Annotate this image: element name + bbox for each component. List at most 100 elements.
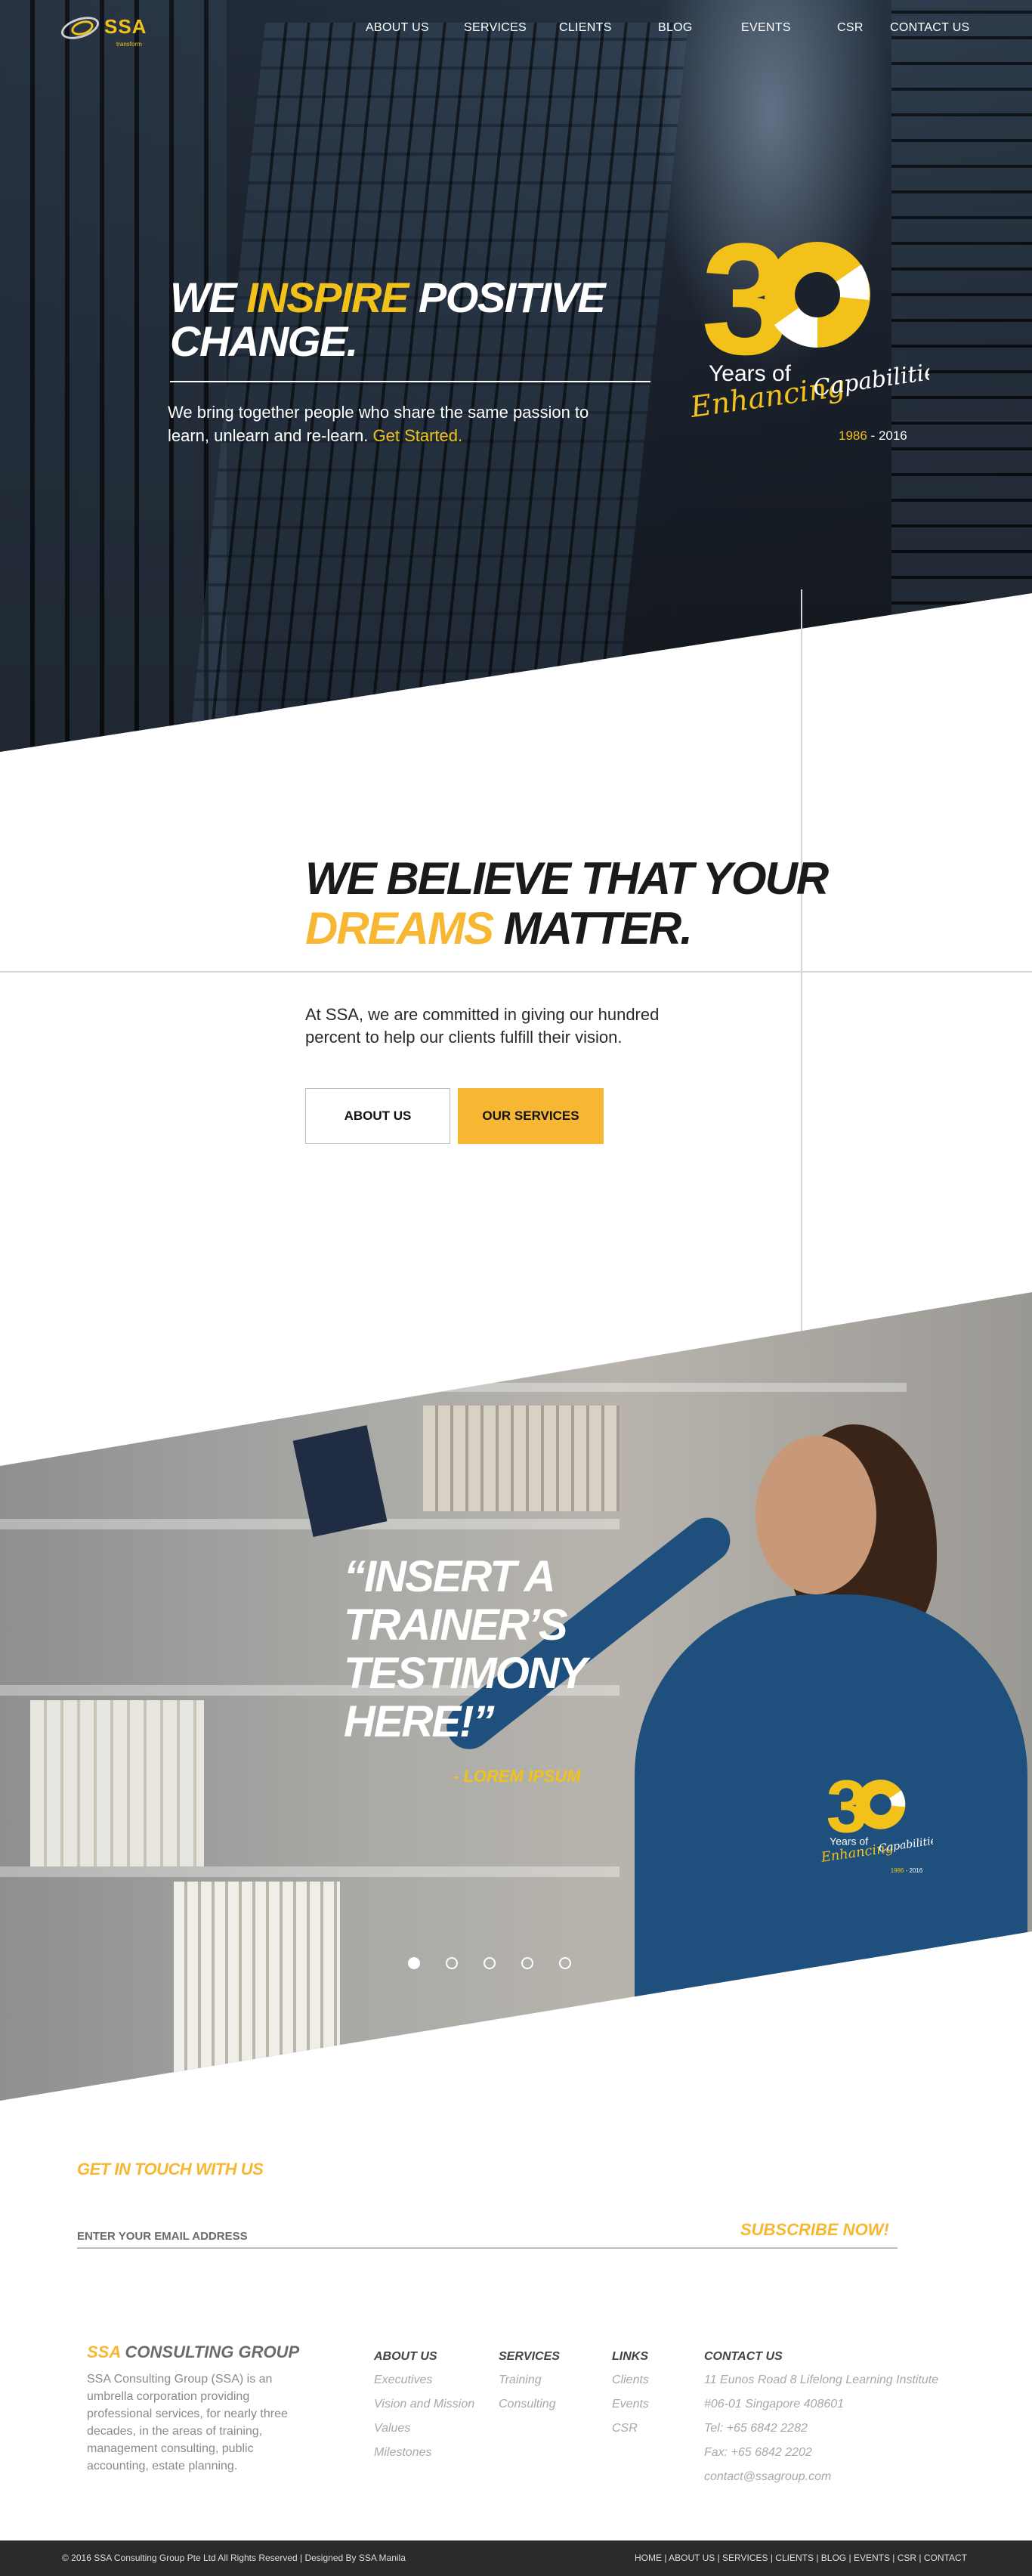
hero-building-left xyxy=(0,0,227,752)
nav-csr[interactable]: CSR xyxy=(837,21,864,35)
footer-col-contact: CONTACT US 11 Eunos Road 8 Lifelong Lear… xyxy=(704,2350,938,2489)
believe-line1: WE BELIEVE THAT YOUR xyxy=(305,853,829,904)
footer-link-separator: | xyxy=(768,2553,776,2563)
testimony-quote-line: “INSERT A xyxy=(344,1552,556,1601)
slider-dot[interactable] xyxy=(559,1957,571,1969)
footer-bottom-link[interactable]: EVENTS xyxy=(854,2553,890,2563)
footer-col-about: ABOUT US Executives Vision and Mission V… xyxy=(374,2350,474,2465)
person-head xyxy=(755,1436,876,1594)
30-years-badge-small: 3 Years of Enhancing Capabilities 1986 -… xyxy=(820,1765,933,1874)
footer-bottom-link[interactable]: SERVICES xyxy=(722,2553,768,2563)
badge-capabilities: Capabilities xyxy=(811,357,929,402)
nav-contact-us[interactable]: CONTACT US xyxy=(890,21,970,35)
hero-sub-line1: We bring together people who share the s… xyxy=(168,403,589,422)
badge-small-years-range: 1986 - 2016 xyxy=(891,1867,923,1874)
badge-year-end: 2016 xyxy=(879,428,907,443)
footer-link-separator: | xyxy=(846,2553,854,2563)
badge-ring-center xyxy=(795,272,840,317)
footer-link-separator: | xyxy=(715,2553,723,2563)
testimony-quote-line: TESTIMONY xyxy=(344,1649,587,1698)
library-shelf xyxy=(378,1383,907,1392)
testimony-quote-line: TRAINER’S xyxy=(344,1600,568,1650)
testimony-quote-line: HERE!” xyxy=(344,1697,494,1746)
footer-link-separator: | xyxy=(661,2553,669,2563)
testimony-author: - LOREM IPSUM xyxy=(453,1767,581,1786)
footer-link-clients[interactable]: Clients xyxy=(612,2368,649,2392)
footer-fax: Fax: +65 6842 2202 xyxy=(704,2446,812,2459)
footer-copyright: © 2016 SSA Consulting Group Pte Ltd All … xyxy=(62,2553,406,2563)
our-services-button[interactable]: OUR SERVICES xyxy=(458,1088,604,1144)
footer-link-training[interactable]: Training xyxy=(499,2368,560,2392)
decor-vertical-line xyxy=(801,589,802,1345)
believe-heading: WE BELIEVE THAT YOUR DREAMS MATTER. xyxy=(305,853,829,954)
about-us-button[interactable]: ABOUT US xyxy=(305,1088,450,1144)
library-shelf xyxy=(0,1866,620,1877)
hero-building-center xyxy=(188,23,688,752)
badge-year-start: 1986 xyxy=(839,428,867,443)
footer-link-separator: | xyxy=(813,2553,821,2563)
footer-link-milestones[interactable]: Milestones xyxy=(374,2441,474,2465)
footer-address-line1: 11 Eunos Road 8 Lifelong Learning Instit… xyxy=(704,2373,939,2386)
subscribe-button[interactable]: SUBSCRIBE NOW! xyxy=(740,2220,889,2240)
hero-heading-post: POSITIVE xyxy=(407,274,606,321)
30-years-badge: 3 Years of Enhancing Capabilities 1986 -… xyxy=(687,210,929,443)
library-books xyxy=(174,1882,340,2078)
footer-link-executives[interactable]: Executives xyxy=(374,2368,474,2392)
nav-blog[interactable]: BLOG xyxy=(658,21,693,35)
testimony-quote: “INSERT A TRAINER’S TESTIMONY HERE!” xyxy=(344,1552,587,1746)
hero-section: WE INSPIRE POSITIVE CHANGE. We bring tog… xyxy=(0,0,1032,752)
logo-tagline: transform xyxy=(116,41,142,48)
badge-small-capabilities: Capabilities xyxy=(878,1834,933,1855)
footer-link-consulting[interactable]: Consulting xyxy=(499,2392,560,2417)
library-books xyxy=(423,1406,620,1511)
footer-link-values[interactable]: Values xyxy=(374,2417,474,2441)
footer-bottom-link[interactable]: CSR xyxy=(898,2553,916,2563)
nav-about-us[interactable]: ABOUT US xyxy=(366,21,429,35)
footer-col-heading: SERVICES xyxy=(499,2350,560,2363)
footer-link-vision-mission[interactable]: Vision and Mission xyxy=(374,2392,474,2417)
footer-col-heading: LINKS xyxy=(612,2350,648,2363)
badge-years-range: 1986 - 2016 xyxy=(839,428,907,443)
footer-description: SSA Consulting Group (SSA) is an umbrell… xyxy=(87,2373,288,2472)
footer-bottom-link[interactable]: HOME xyxy=(635,2553,662,2563)
footer-bottom-bar: © 2016 SSA Consulting Group Pte Ltd All … xyxy=(0,2540,1032,2576)
ssa-logo[interactable]: SSA transform xyxy=(58,12,159,48)
nav-clients[interactable]: CLIENTS xyxy=(559,21,612,35)
get-in-touch-heading: GET IN TOUCH WITH US xyxy=(77,2160,264,2179)
hero-subtext: We bring together people who share the s… xyxy=(168,400,621,447)
footer-tel: Tel: +65 6842 2282 xyxy=(704,2422,808,2435)
believe-subtext: At SSA, we are committed in giving our h… xyxy=(305,1003,698,1049)
footer-col-heading: ABOUT US xyxy=(374,2350,437,2363)
badge-small-year-sep: - xyxy=(904,1867,909,1874)
believe-accent: DREAMS xyxy=(305,903,494,954)
footer-title-rest: CONSULTING GROUP xyxy=(120,2343,300,2361)
slider-dot[interactable] xyxy=(446,1957,458,1969)
library-books xyxy=(30,1700,204,1866)
footer-col-heading: CONTACT US xyxy=(704,2350,783,2363)
hero-divider xyxy=(170,381,650,382)
get-started-link[interactable]: Get Started. xyxy=(373,426,463,445)
footer-col-services: SERVICES Training Consulting xyxy=(499,2350,560,2417)
believe-sub-line1: At SSA, we are committed in giving our h… xyxy=(305,1005,660,1024)
nav-services[interactable]: SERVICES xyxy=(464,21,527,35)
footer-bottom-link[interactable]: CLIENTS xyxy=(775,2553,814,2563)
badge-year-sep: - xyxy=(867,428,879,443)
footer-link-events[interactable]: Events xyxy=(612,2392,649,2417)
slider-dots xyxy=(408,1957,589,1972)
badge-small-year-end: 2016 xyxy=(910,1867,923,1874)
footer-bottom-link[interactable]: ABOUT US xyxy=(669,2553,715,2563)
footer-link-separator: | xyxy=(916,2553,924,2563)
footer-link-separator: | xyxy=(889,2553,898,2563)
slider-dot[interactable] xyxy=(408,1957,420,1969)
badge-small-year-start: 1986 xyxy=(891,1867,904,1874)
hero-heading-line2: CHANGE. xyxy=(170,317,358,365)
slider-dot[interactable] xyxy=(484,1957,496,1969)
nav-events[interactable]: EVENTS xyxy=(741,21,791,35)
footer-link-csr[interactable]: CSR xyxy=(612,2417,649,2441)
slider-dot[interactable] xyxy=(521,1957,533,1969)
footer-bottom-link[interactable]: CONTACT xyxy=(924,2553,967,2563)
footer-bottom-link[interactable]: BLOG xyxy=(821,2553,846,2563)
footer-email-link[interactable]: contact@ssagroup.com xyxy=(704,2465,938,2489)
believe-sub-line2: percent to help our clients fulfill thei… xyxy=(305,1028,623,1047)
hero-heading: WE INSPIRE POSITIVE CHANGE. xyxy=(170,274,606,365)
